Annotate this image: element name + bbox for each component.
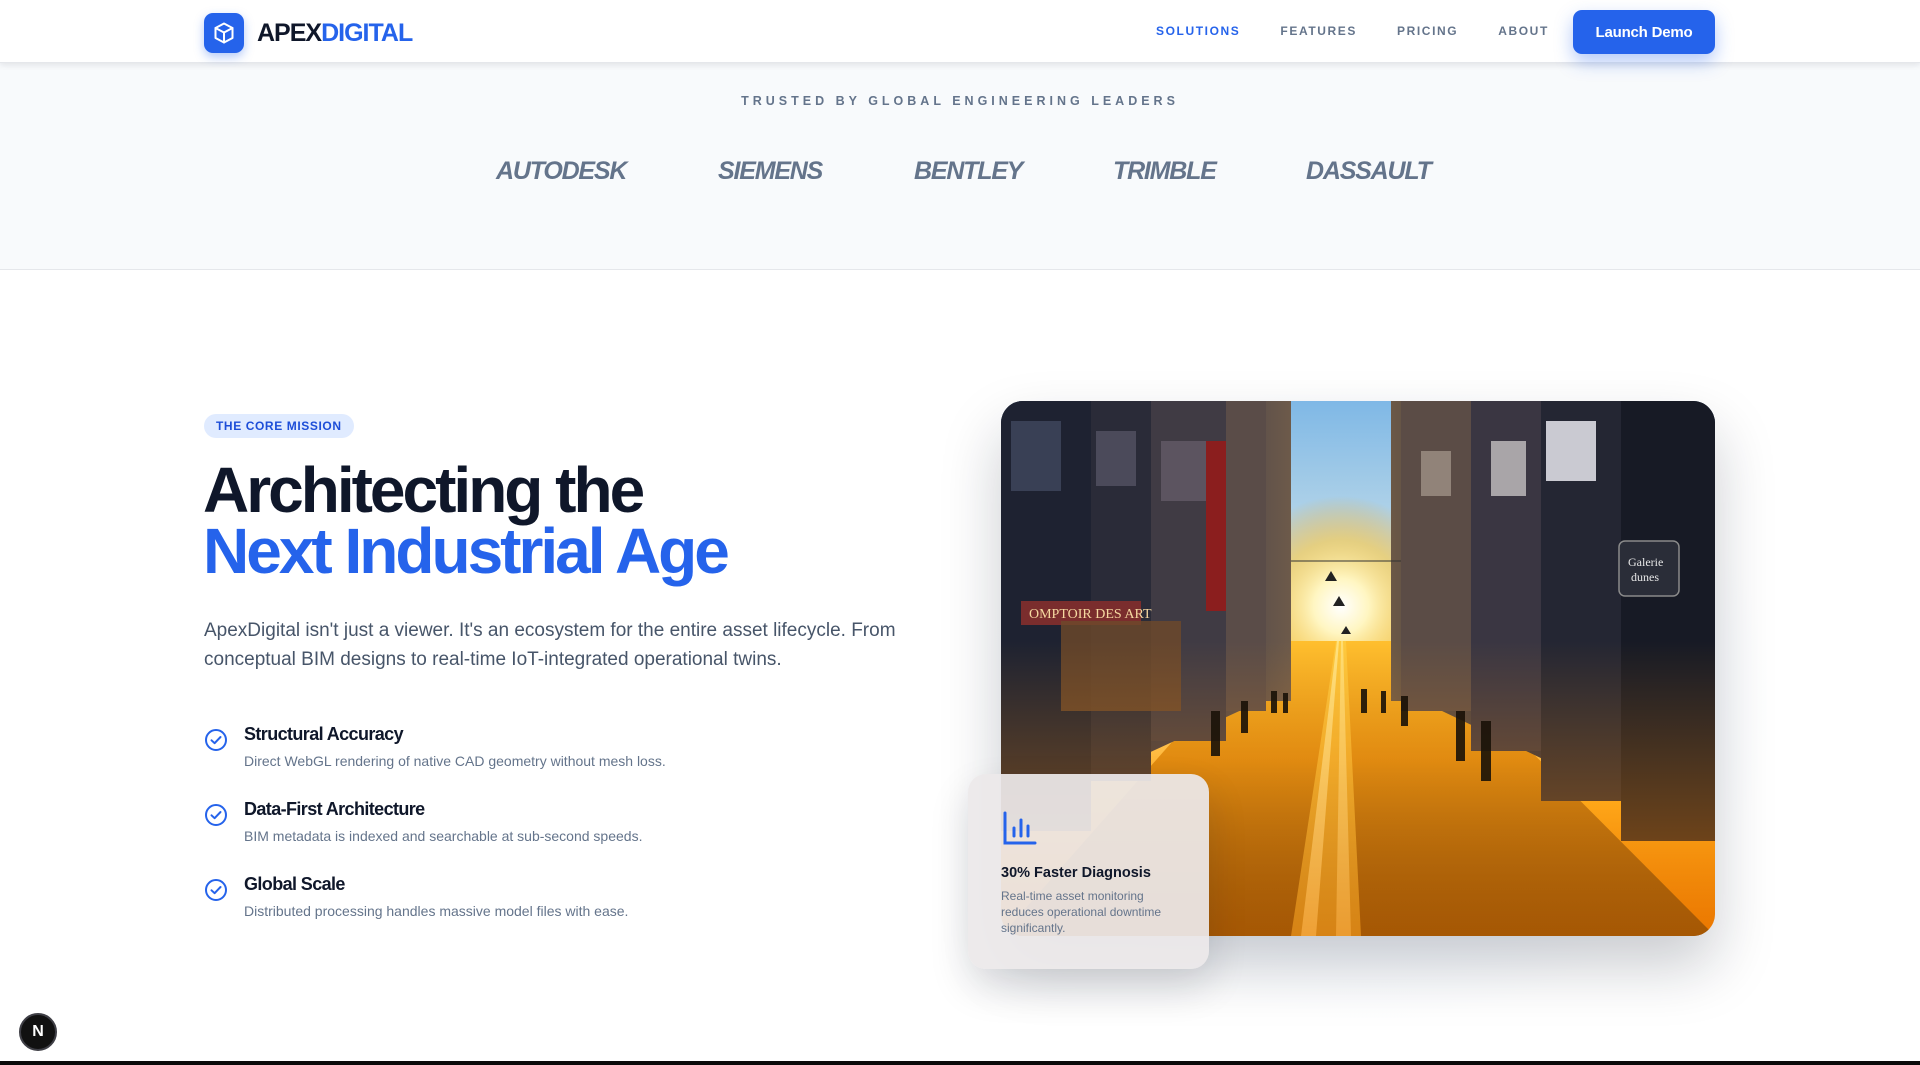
partner-logo-autodesk: AUTODESK bbox=[496, 157, 627, 185]
nav-link-about[interactable]: ABOUT bbox=[1498, 24, 1549, 38]
nav-link-pricing[interactable]: PRICING bbox=[1397, 24, 1458, 38]
check-circle-icon bbox=[205, 804, 227, 826]
check-circle-icon bbox=[205, 879, 227, 901]
partner-logo-trimble: TRIMBLE bbox=[1113, 157, 1217, 185]
feature-desc: BIM metadata is indexed and searchable a… bbox=[244, 828, 643, 844]
stat-card-title: 30% Faster Diagnosis bbox=[1001, 865, 1151, 881]
partner-logo-siemens: SIEMENS bbox=[718, 157, 823, 185]
feature-title: Structural Accuracy bbox=[244, 724, 404, 744]
partner-logo-bentley: BENTLEY bbox=[914, 157, 1023, 185]
mission-headline: Architecting the Next Industrial Age bbox=[203, 458, 730, 587]
mission-lead: ApexDigital isn't just a viewer. It's an… bbox=[204, 620, 896, 670]
brand-name-digital: DIGITAL bbox=[321, 18, 413, 47]
stat-card-desc: Real-time asset monitoring reduces opera… bbox=[1001, 889, 1162, 935]
feature-title: Data-First Architecture bbox=[244, 799, 425, 819]
trusted-by-title: TRUSTED BY GLOBAL ENGINEERING LEADERS bbox=[741, 94, 1179, 108]
nav-link-features[interactable]: FEATURES bbox=[1280, 24, 1357, 38]
feature-title: Global Scale bbox=[244, 874, 345, 894]
trusted-by-section: TRUSTED BY GLOBAL ENGINEERING LEADERS AU… bbox=[0, 63, 1920, 270]
cube-icon bbox=[204, 13, 244, 53]
top-navbar: APEXDIGITAL SOLUTIONS FEATURES PRICING A… bbox=[0, 0, 1920, 63]
bar-chart-icon bbox=[1003, 811, 1037, 845]
brand-logo[interactable]: APEXDIGITAL bbox=[204, 13, 413, 53]
stat-card: 30% Faster Diagnosis Real-time asset mon… bbox=[968, 774, 1209, 969]
brand-name: APEXDIGITAL bbox=[257, 18, 413, 48]
bottom-edge-bar bbox=[0, 1061, 1920, 1065]
check-circle-icon bbox=[205, 729, 227, 751]
dev-tools-badge[interactable]: N bbox=[19, 1013, 57, 1051]
feature-desc: Distributed processing handles massive m… bbox=[244, 903, 629, 919]
svg-text:Galerie: Galerie bbox=[1628, 555, 1663, 569]
brand-name-apex: APEX bbox=[257, 18, 322, 47]
launch-demo-button[interactable]: Launch Demo bbox=[1573, 10, 1715, 54]
svg-text:OMPTOIR DES ART: OMPTOIR DES ART bbox=[1029, 607, 1152, 622]
nav-link-solutions[interactable]: SOLUTIONS bbox=[1156, 24, 1240, 38]
headline-line-2: Next Industrial Age bbox=[203, 515, 730, 587]
feature-desc: Direct WebGL rendering of native CAD geo… bbox=[244, 753, 666, 769]
partner-logo-dassault: DASSAULT bbox=[1306, 157, 1432, 185]
nav-links: SOLUTIONS FEATURES PRICING ABOUT bbox=[1156, 24, 1589, 38]
svg-text:dunes: dunes bbox=[1631, 570, 1659, 584]
mission-badge: THE CORE MISSION bbox=[204, 414, 354, 438]
